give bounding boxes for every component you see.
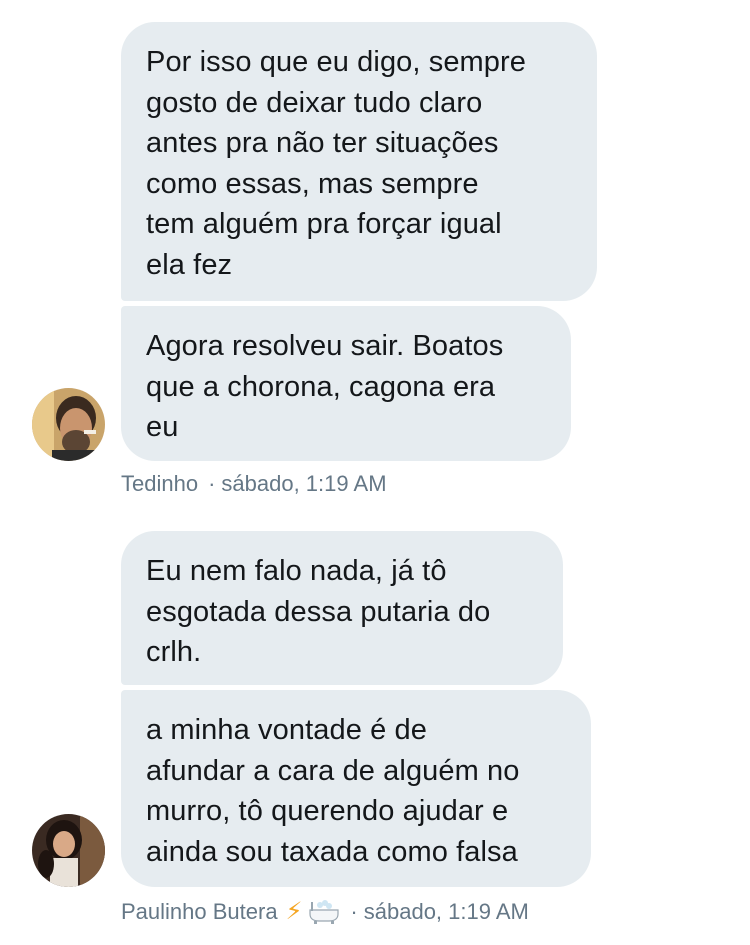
timestamp: sábado, 1:19 AM bbox=[363, 898, 529, 924]
message-bubble[interactable]: Por isso que eu digo, sempre gosto de de… bbox=[121, 22, 597, 301]
avatar-photo-icon bbox=[32, 814, 105, 887]
avatar[interactable] bbox=[32, 814, 105, 887]
avatar-photo-icon bbox=[32, 388, 105, 461]
timestamp: sábado, 1:19 AM bbox=[221, 471, 387, 496]
message-bubble[interactable]: Eu nem falo nada, já tô esgotada dessa p… bbox=[121, 531, 563, 685]
separator-dot: · bbox=[350, 898, 358, 924]
sender-name[interactable]: Tedinho bbox=[121, 471, 198, 497]
lightning-bolt-icon: ⚡ bbox=[285, 898, 303, 925]
separator-dot: · bbox=[208, 471, 216, 496]
message-bubble[interactable]: a minha vontade é de afundar a cara de a… bbox=[121, 690, 591, 887]
message-meta: Tedinho · sábado, 1:19 AM bbox=[121, 471, 387, 497]
message-meta: Paulinho Butera ⚡ · sábado, 1:19 AM bbox=[121, 897, 529, 926]
avatar[interactable] bbox=[32, 388, 105, 461]
sender-name[interactable]: Paulinho Butera bbox=[121, 899, 278, 925]
message-bubble[interactable]: Agora resolveu sair. Boatos que a choron… bbox=[121, 306, 571, 461]
bathtub-icon bbox=[308, 899, 340, 925]
